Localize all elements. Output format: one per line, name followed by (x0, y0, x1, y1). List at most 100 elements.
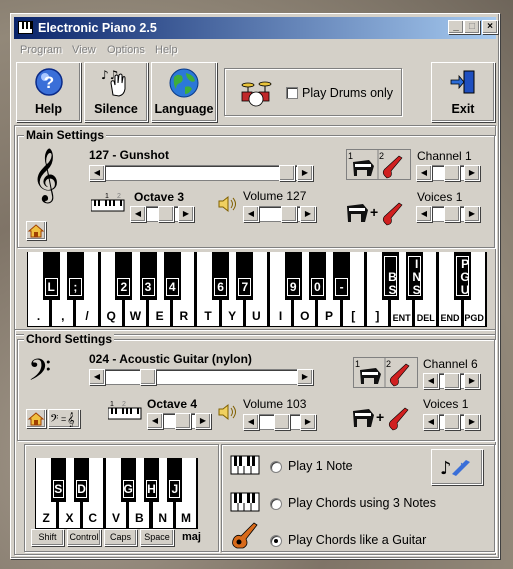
black-key[interactable]: 9 (284, 252, 302, 300)
space-key[interactable]: Space (140, 529, 174, 546)
arrow-left-icon[interactable]: ◀ (147, 413, 163, 429)
arrow-right-icon[interactable]: ▶ (464, 373, 480, 389)
silence-button[interactable]: ♪♫ Silence (84, 62, 148, 122)
exit-button[interactable]: Exit (431, 62, 495, 122)
caps-key[interactable]: Caps (104, 529, 137, 546)
black-key[interactable]: - (333, 252, 351, 300)
white-key-label: [ (351, 309, 356, 323)
arrow-left-icon[interactable]: ◀ (416, 165, 432, 181)
arrow-right-icon[interactable]: ▶ (297, 165, 313, 181)
arrow-right-icon[interactable]: ▶ (464, 206, 480, 222)
key-label-box (165, 278, 179, 296)
play-chords-guitar-radio[interactable] (270, 535, 282, 547)
black-key[interactable]: H (144, 458, 159, 502)
play-one-note-radio[interactable] (270, 461, 282, 473)
key-label-box (310, 278, 324, 296)
play-chords-3-notes-label[interactable]: Play Chords using 3 Notes (288, 496, 436, 510)
menu-program[interactable]: Program (20, 44, 62, 56)
black-key[interactable]: L (42, 252, 60, 300)
black-key[interactable]: J (167, 458, 183, 502)
arrow-left-icon[interactable]: ◀ (423, 414, 439, 430)
control-key[interactable]: Control (67, 529, 101, 546)
menu-view[interactable]: View (72, 44, 96, 56)
arrow-left-icon[interactable]: ◀ (416, 206, 432, 222)
main-octave-slider[interactable]: ◀ ▶ (130, 206, 194, 222)
slider-thumb[interactable] (140, 369, 156, 385)
black-key[interactable]: ; (66, 252, 84, 300)
black-key[interactable]: INS (405, 252, 424, 300)
main-voices-slider[interactable]: ◀ ▶ (416, 206, 480, 222)
black-key[interactable]: PGU (454, 252, 472, 300)
chord-settings-button[interactable]: ♪ ♪ (431, 449, 483, 485)
svg-text:𝄢: 𝄢 (28, 354, 51, 392)
main-instrument-select[interactable]: 12 (346, 149, 411, 180)
white-key-label: O (300, 309, 310, 323)
arrow-right-icon[interactable]: ▶ (178, 206, 194, 222)
arrow-right-icon[interactable]: ▶ (464, 165, 480, 181)
arrow-right-icon[interactable]: ▶ (464, 414, 480, 430)
slider-thumb[interactable] (444, 165, 460, 181)
arrow-right-icon[interactable]: ▶ (297, 369, 313, 385)
chord-channel-slider[interactable]: ◀ ▶ (423, 373, 480, 389)
black-key[interactable]: 4 (163, 252, 181, 300)
menu-options[interactable]: Options (107, 44, 145, 56)
white-key-label: ENT (392, 313, 411, 323)
slider-thumb[interactable] (158, 206, 174, 222)
chord-octave-slider[interactable]: ◀ ▶ (147, 413, 211, 429)
arrow-right-icon[interactable]: ▶ (300, 414, 316, 430)
slider-thumb[interactable] (444, 373, 460, 389)
slider-thumb[interactable] (444, 206, 460, 222)
play-one-note-label[interactable]: Play 1 Note (288, 459, 353, 473)
help-button[interactable]: ? Help (16, 62, 81, 122)
slider-thumb[interactable] (281, 206, 297, 222)
arrow-left-icon[interactable]: ◀ (89, 165, 105, 181)
black-key[interactable]: 6 (212, 252, 230, 300)
arrow-left-icon[interactable]: ◀ (243, 414, 259, 430)
home-button[interactable] (26, 221, 46, 240)
chord-instrument-select[interactable]: 12 (353, 357, 418, 388)
slider-thumb[interactable] (279, 165, 295, 181)
chord-piano-keyboard: Z XCVBNM SDGHJ (35, 458, 198, 529)
black-key[interactable]: 3 (139, 252, 157, 300)
slider-thumb[interactable] (274, 414, 290, 430)
maximize-button[interactable]: □ (464, 20, 480, 34)
play-chords-guitar-label[interactable]: Play Chords like a Guitar (288, 533, 426, 547)
chord-volume-slider[interactable]: ◀ ▶ (243, 414, 316, 430)
arrow-left-icon[interactable]: ◀ (243, 206, 259, 222)
silence-label: Silence (94, 102, 138, 116)
close-button[interactable]: × (482, 20, 498, 34)
play-chords-3-notes-radio[interactable] (270, 498, 282, 510)
arrow-left-icon[interactable]: ◀ (423, 373, 439, 389)
main-channel-slider[interactable]: ◀ ▶ (416, 165, 480, 181)
play-drums-checkbox[interactable] (286, 87, 298, 99)
black-key[interactable]: 0 (308, 252, 326, 300)
minimize-button[interactable]: _ (448, 20, 464, 34)
chord-voices-slider[interactable]: ◀ ▶ (423, 414, 480, 430)
chord-instrument-slider[interactable]: ◀ ▶ (89, 369, 313, 385)
shift-key[interactable]: Shift (31, 529, 64, 546)
main-volume-slider[interactable]: ◀ ▶ (243, 206, 316, 222)
play-drums-label[interactable]: Play Drums only (302, 86, 393, 100)
key-label-box (68, 278, 82, 296)
slider-thumb[interactable] (444, 414, 460, 430)
arrow-left-icon[interactable]: ◀ (130, 206, 146, 222)
main-instrument-slider[interactable]: ◀ ▶ (89, 165, 313, 181)
black-key[interactable]: 2 (115, 252, 133, 300)
black-key[interactable]: S (50, 458, 66, 502)
menu-help[interactable]: Help (155, 44, 178, 56)
arrow-left-icon[interactable]: ◀ (89, 369, 105, 385)
piano-app-icon (18, 21, 33, 34)
language-button[interactable]: Language (151, 62, 217, 122)
black-key[interactable]: 7 (236, 252, 254, 300)
black-key[interactable]: BS (381, 252, 400, 300)
slider-thumb[interactable] (175, 413, 191, 429)
black-key[interactable]: D (74, 458, 90, 502)
chord-mode-group: Play 1 Note Play Chords using 3 Notes Pl… (221, 444, 495, 552)
arrow-right-icon[interactable]: ▶ (195, 413, 211, 429)
svg-text:𝄢: 𝄢 (50, 413, 58, 427)
arrow-right-icon[interactable]: ▶ (300, 206, 316, 222)
chord-home-button[interactable] (26, 409, 46, 428)
black-key[interactable]: G (120, 458, 136, 502)
inst-num-1: 1 (355, 359, 360, 369)
clef-swap-button[interactable]: 𝄢 = 𝄞 (48, 409, 80, 428)
